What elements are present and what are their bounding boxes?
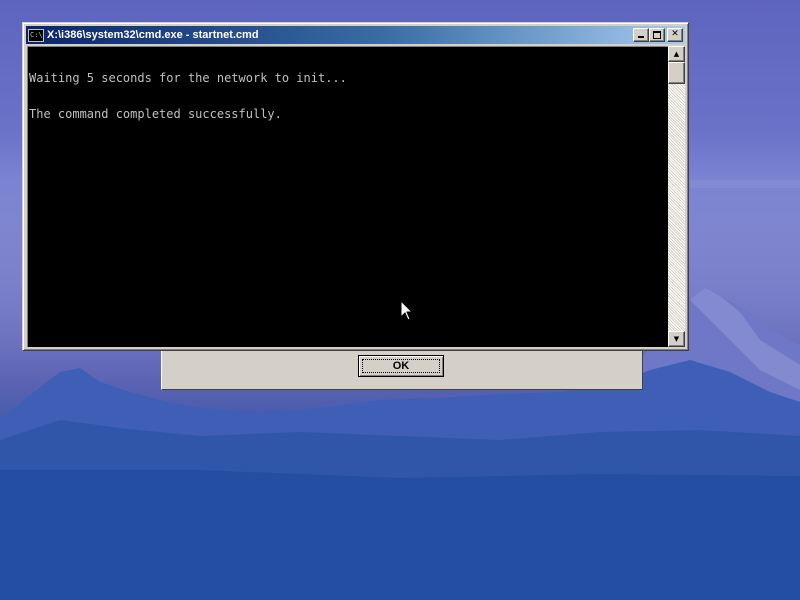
minimize-button[interactable]: [633, 28, 649, 42]
scroll-up-button[interactable]: ▲: [668, 46, 685, 62]
startnet-dialog: OK: [161, 346, 643, 390]
window-title: X:\i386\system32\cmd.exe - startnet.cmd: [47, 29, 259, 41]
cmd-window[interactable]: C:\ X:\i386\system32\cmd.exe - startnet.…: [22, 22, 689, 351]
console-output[interactable]: Waiting 5 seconds for the network to ini…: [27, 46, 668, 347]
scroll-down-button[interactable]: ▼: [668, 331, 685, 347]
console-line: The command completed successfully.: [29, 107, 282, 121]
ok-button[interactable]: OK: [358, 355, 444, 377]
scroll-thumb[interactable]: [668, 62, 685, 84]
close-button[interactable]: ✕: [667, 28, 683, 42]
console-line: Waiting 5 seconds for the network to ini…: [29, 71, 347, 85]
title-bar[interactable]: C:\ X:\i386\system32\cmd.exe - startnet.…: [26, 26, 685, 44]
maximize-button[interactable]: [649, 28, 665, 42]
cmd-icon[interactable]: C:\: [28, 28, 44, 42]
mouse-pointer-icon: [400, 300, 414, 321]
vertical-scrollbar[interactable]: ▲ ▼: [668, 46, 685, 347]
